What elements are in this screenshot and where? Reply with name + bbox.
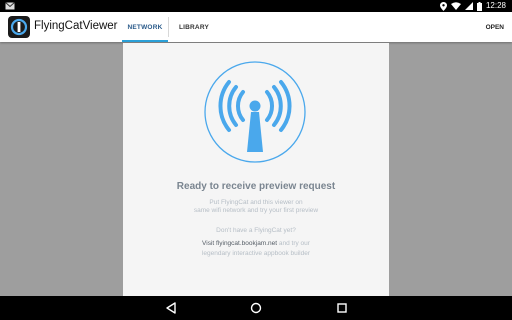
visit-suffix: and try our [277, 240, 310, 247]
tab-library[interactable]: LIBRARY [172, 12, 216, 42]
network-panel: Ready to receive preview request Put Fly… [123, 43, 389, 296]
status-bar: 12:28 [0, 0, 512, 12]
visit-line-2: legendary interactive appbook builder [201, 250, 311, 257]
wifi-antenna-icon [203, 60, 307, 164]
recents-icon[interactable] [335, 301, 349, 315]
question-text: Don't have a FlyingCat yet? [216, 227, 296, 234]
gmail-icon [5, 1, 15, 11]
app-logo-icon [8, 16, 30, 38]
visit-prefix: Visit [202, 240, 216, 247]
app-title: FlyingCatViewer [34, 20, 118, 32]
location-icon [439, 1, 447, 11]
tab-network-label: NETWORK [127, 23, 163, 31]
app-bar: FlyingCatViewer NETWORK LIBRARY OPEN [0, 12, 512, 42]
cell-signal-icon [464, 2, 473, 10]
battery-icon [476, 1, 482, 11]
instructions-line-1: Put FlyingCat and this viewer on [209, 199, 303, 206]
back-icon[interactable] [164, 301, 178, 315]
tab-library-label: LIBRARY [178, 23, 210, 31]
home-icon[interactable] [249, 301, 263, 315]
instructions-line-2: same wifi network and try your first pre… [193, 207, 319, 214]
visit-line: Visit flyingcat.bookjam.net and try our [123, 240, 389, 247]
wifi-icon [450, 2, 461, 10]
open-button[interactable]: OPEN [486, 12, 504, 42]
status-headline: Ready to receive preview request [176, 181, 336, 192]
status-time: 12:28 [485, 1, 506, 10]
tab-divider [168, 17, 169, 37]
nav-bar [0, 296, 512, 320]
flyingcat-link[interactable]: flyingcat.bookjam.net [216, 240, 277, 247]
tab-network[interactable]: NETWORK [122, 12, 168, 42]
